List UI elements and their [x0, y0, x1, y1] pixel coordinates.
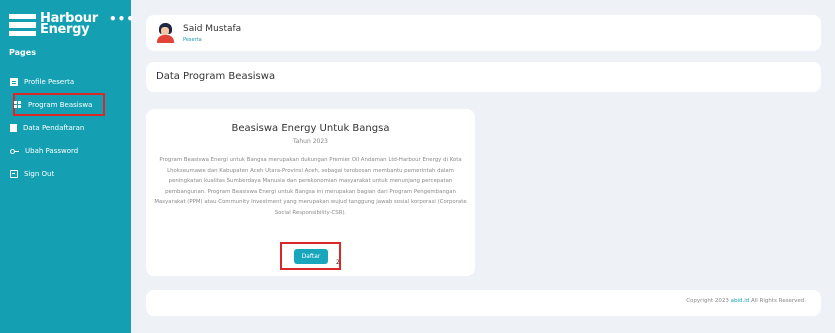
sidebar-item-profile-peserta[interactable]: Profile Peserta — [0, 70, 131, 93]
grid-icon — [14, 100, 22, 109]
avatar[interactable] — [156, 23, 176, 43]
sidebar-section-label: Pages — [9, 48, 36, 57]
profile-name: Said Mustafa — [183, 24, 242, 34]
key-icon — [10, 147, 19, 155]
profile-role: Peserta — [183, 37, 202, 43]
program-title: Beasiswa Energy Untuk Bangsa — [231, 123, 390, 134]
sidebar-item-label: Sign Out — [24, 169, 55, 178]
profile-header: Said Mustafa Peserta — [146, 15, 821, 51]
program-year: Tahun 2023 — [293, 138, 328, 145]
sidebar-item-sign-out[interactable]: Sign Out — [0, 162, 131, 185]
brand-logo[interactable]: Harbour Energy — [9, 12, 98, 37]
file-icon — [10, 123, 17, 132]
sidebar-item-program-beasiswa[interactable]: Program Beasiswa — [13, 93, 105, 116]
brand-name-line2: Energy — [40, 22, 90, 37]
footer-link[interactable]: abid.id — [731, 298, 750, 304]
sidebar-item-label: Ubah Password — [25, 146, 79, 155]
copyright-suffix: All Rights Reserved. — [749, 298, 806, 304]
harbour-energy-logo-icon — [9, 14, 36, 36]
sidebar-item-ubah-password[interactable]: Ubah Password — [0, 139, 131, 162]
sidebar-item-data-pendaftaran[interactable]: Data Pendaftaran — [0, 116, 131, 139]
sidebar-item-label: Profile Peserta — [24, 77, 75, 86]
daftar-button[interactable]: Daftar — [294, 249, 328, 264]
more-menu-icon[interactable]: ••• — [109, 13, 135, 25]
sidebar: Harbour Energy ••• Pages Profile Peserta… — [0, 0, 134, 333]
page-title: Data Program Beasiswa — [156, 71, 276, 82]
copyright-text: Copyright 2023 abid.id All Rights Reserv… — [686, 298, 806, 304]
highlight-box: Daftar 2 — [280, 242, 341, 270]
copyright-prefix: Copyright 2023 — [686, 298, 731, 304]
sign-out-icon — [10, 169, 18, 178]
sidebar-item-label: Program Beasiswa — [28, 100, 93, 109]
program-card: Beasiswa Energy Untuk Bangsa Tahun 2023 … — [146, 109, 475, 276]
step-annotation: 2 — [336, 259, 340, 266]
id-card-icon — [10, 77, 18, 86]
sidebar-nav: Profile Peserta Program Beasiswa Data Pe… — [0, 70, 131, 185]
program-description: Program Beasiswa Energi untuk Bangsa mer… — [154, 157, 467, 216]
footer: Copyright 2023 abid.id All Rights Reserv… — [146, 290, 821, 316]
sidebar-item-label: Data Pendaftaran — [23, 123, 85, 132]
page-title-bar: Data Program Beasiswa — [146, 62, 821, 92]
